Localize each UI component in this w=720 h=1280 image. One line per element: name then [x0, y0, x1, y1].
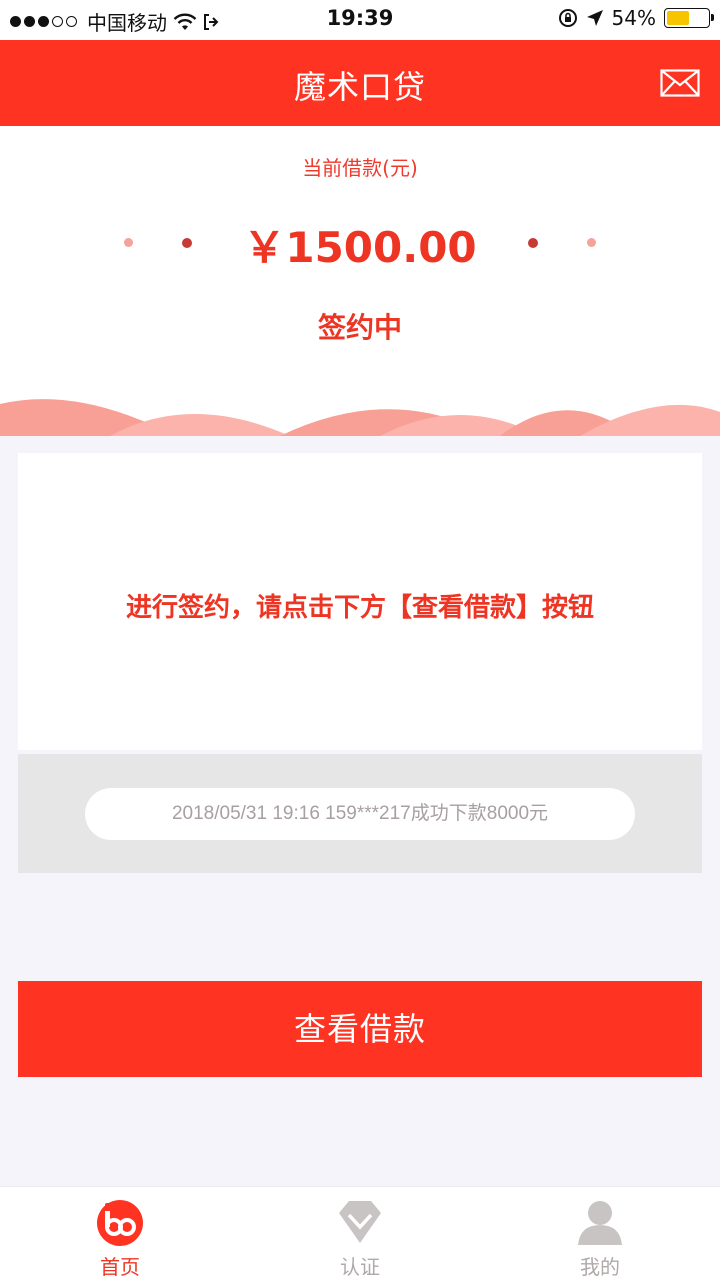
page-title: 魔术口贷	[293, 68, 426, 106]
status-right: 54%	[558, 6, 714, 30]
home-logo-icon	[97, 1200, 143, 1246]
tab-label: 认证	[340, 1255, 380, 1279]
loan-ticker: 2018/05/31 19:16 159***217成功下款8000元	[85, 788, 635, 840]
bottom-tab-bar: 首页 认证 我的	[0, 1186, 720, 1280]
mail-icon[interactable]	[660, 69, 700, 97]
app-header: 魔术口贷	[0, 40, 720, 126]
loan-amount: ￥1500.00	[243, 223, 477, 272]
battery-icon	[664, 8, 714, 28]
status-bar: 中国移动 19:39 54%	[0, 0, 720, 40]
loan-label: 当前借款(元)	[302, 156, 418, 180]
instruction-card: 进行签约，请点击下方【查看借款】按钮	[18, 453, 702, 750]
tab-label: 我的	[580, 1255, 620, 1279]
view-loan-button[interactable]: 查看借款	[18, 981, 702, 1077]
battery-percent: 54%	[611, 6, 656, 30]
tab-profile[interactable]: 我的	[480, 1187, 720, 1280]
location-arrow-icon	[586, 10, 603, 26]
decor-dot	[528, 238, 538, 248]
rotation-lock-icon	[558, 9, 577, 27]
tab-label: 首页	[100, 1255, 140, 1279]
instruction-text: 进行签约，请点击下方【查看借款】按钮	[125, 593, 594, 623]
battery-level	[667, 11, 689, 25]
loan-status: 签约中	[317, 311, 402, 344]
diamond-icon	[339, 1201, 381, 1243]
user-icon	[578, 1201, 622, 1245]
ticker-area: 2018/05/31 19:16 159***217成功下款8000元	[18, 754, 702, 873]
tab-home[interactable]: 首页	[0, 1187, 240, 1280]
loan-summary-panel: 当前借款(元) ￥1500.00 签约中	[0, 126, 720, 436]
decor-dot	[587, 238, 596, 247]
wave-decoration	[0, 399, 720, 436]
tab-verify[interactable]: 认证	[240, 1187, 480, 1280]
